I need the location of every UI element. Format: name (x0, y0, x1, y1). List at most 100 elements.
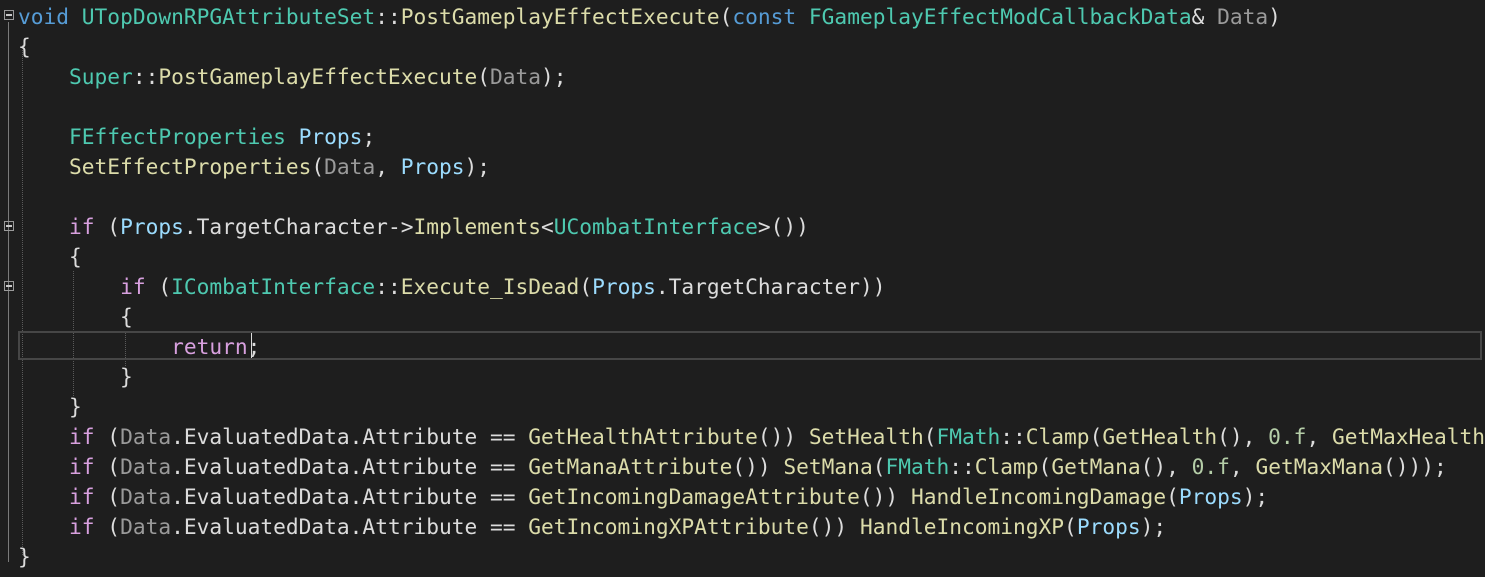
code-line[interactable]: if (Data.EvaluatedData.Attribute == GetI… (18, 512, 1166, 542)
code-token: ( (477, 64, 490, 89)
code-token: ICombatInterface (171, 274, 376, 299)
code-token: Clamp (1025, 424, 1090, 449)
code-token: :: (1000, 424, 1026, 449)
code-token: .EvaluatedData.Attribute == (171, 424, 529, 449)
code-token: FMath (885, 454, 950, 479)
code-token: ())); (1383, 454, 1447, 479)
code-line[interactable]: return; (18, 332, 260, 362)
collapse-if-block-icon[interactable] (4, 221, 14, 231)
code-line[interactable]: if (Props.TargetCharacter->Implements<UC… (18, 212, 809, 242)
code-token: HandleIncomingXP (859, 514, 1065, 539)
code-line[interactable]: if (Data.EvaluatedData.Attribute == GetM… (18, 452, 1447, 482)
code-token: PostGameplayEffectExecute (158, 64, 478, 89)
code-token: GetHealth (1102, 424, 1218, 449)
code-line[interactable]: Super::PostGameplayEffectExecute(Data); (18, 62, 567, 92)
code-token: ( (719, 4, 733, 29)
code-token: GetHealthAttribute (528, 424, 758, 449)
code-token: GetIncomingDamageAttribute (528, 484, 860, 509)
code-line[interactable]: if (ICombatInterface::Execute_IsDead(Pro… (18, 272, 885, 302)
code-token: ); (541, 64, 567, 89)
code-line[interactable]: if ( Data.EvaluatedData.Attribute == GetI… (18, 482, 1268, 512)
code-line[interactable]: } (18, 392, 82, 422)
code-line[interactable]: SetEffectProperties(Data, Props); (18, 152, 490, 182)
code-token: Data (120, 484, 172, 509)
code-token: Props (298, 124, 363, 149)
code-token: if (69, 454, 95, 479)
code-line[interactable]: } (18, 542, 31, 572)
code-token: , (375, 154, 401, 179)
code-token: const (732, 4, 797, 29)
code-token: void (18, 4, 70, 29)
code-token: , (1229, 454, 1256, 479)
code-token: if (69, 214, 95, 239)
code-token: .EvaluatedData.Attribute == (171, 484, 529, 509)
code-token: GetMana (1051, 454, 1141, 479)
code-token: & (1191, 4, 1218, 29)
code-token: >()) (757, 214, 809, 239)
code-token: GetManaAttribute (528, 454, 733, 479)
code-token: :: (375, 274, 401, 299)
code-line[interactable]: void UTopDownRPGAttributeSet::PostGamepl… (18, 2, 1281, 32)
code-token: UTopDownRPGAttributeSet (81, 4, 376, 29)
code-token: if (120, 274, 146, 299)
code-token: , (1306, 424, 1332, 449)
code-token: } (18, 544, 31, 569)
code-token: FMath (936, 424, 1001, 449)
code-token: Props (120, 214, 184, 239)
code-token: UCombatInterface (553, 214, 758, 239)
code-token: if (69, 424, 95, 449)
code-token: ( (94, 514, 121, 539)
code-token: Props (400, 154, 465, 179)
code-token: ) (1268, 4, 1281, 29)
code-line[interactable]: { (18, 32, 31, 62)
code-token: Super (69, 64, 133, 89)
code-token: { (18, 34, 31, 59)
code-token: ()) (859, 484, 911, 509)
code-line[interactable]: if (Data.EvaluatedData.Attribute == GetH… (18, 422, 1485, 452)
code-token: ( (579, 274, 593, 299)
code-token: ( (1064, 514, 1077, 539)
code-token: ); (464, 154, 491, 179)
code-token: Props (1178, 484, 1243, 509)
code-token: 0.f (1268, 424, 1307, 449)
code-token: < (541, 214, 554, 239)
collapse-function-icon[interactable] (4, 10, 14, 20)
code-token: ()) (732, 454, 784, 479)
code-token: ( (1089, 424, 1103, 449)
code-token: .EvaluatedData.Attribute == (171, 454, 529, 479)
code-token: ( (94, 424, 121, 449)
code-token: Props (592, 274, 656, 299)
code-token: (), (1140, 454, 1192, 479)
code-token: } (18, 364, 133, 389)
code-token: { (18, 244, 82, 269)
code-token: GetIncomingXPAttribute (528, 514, 809, 539)
code-editor[interactable]: void UTopDownRPGAttributeSet::PostGamepl… (0, 0, 1485, 577)
code-line[interactable]: FEffectProperties Props; (18, 122, 375, 152)
code-token: GetMaxHealth (1331, 424, 1485, 449)
code-token: Props (1076, 514, 1141, 539)
code-token: ( (94, 454, 121, 479)
code-token: ( (872, 454, 886, 479)
code-token: Data (120, 454, 172, 479)
code-token: Data (490, 64, 542, 89)
code-line[interactable]: { (18, 302, 133, 332)
code-token: ( (1166, 484, 1179, 509)
code-line[interactable]: { (18, 242, 82, 272)
code-token: ( (311, 154, 325, 179)
code-token: Data (120, 514, 172, 539)
code-token: .TargetCharacter)) (655, 274, 886, 299)
code-token: if (69, 484, 95, 509)
collapse-nested-if-icon[interactable] (4, 281, 14, 291)
code-token: { (18, 304, 133, 329)
code-token: Data (324, 154, 376, 179)
code-line[interactable]: } (18, 362, 133, 392)
code-token: Implements (413, 214, 542, 239)
